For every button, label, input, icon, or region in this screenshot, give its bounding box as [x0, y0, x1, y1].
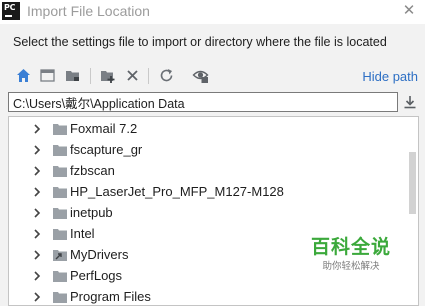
tree-item-label: MyDrivers	[70, 247, 129, 262]
refresh-button[interactable]	[158, 67, 175, 84]
desktop-button[interactable]	[39, 67, 56, 84]
tree-row[interactable]: Foxmail 7.2	[9, 118, 404, 140]
show-hidden-button[interactable]	[192, 67, 209, 84]
folder-icon	[53, 166, 67, 177]
watermark: 百科全说 助你轻松解决	[306, 232, 396, 272]
folder-icon	[53, 145, 67, 156]
folder-icon	[53, 208, 67, 219]
path-input[interactable]	[8, 92, 398, 112]
tree-item-label: fzbscan	[70, 163, 115, 178]
title-bar: PC Import File Location ✕	[0, 0, 425, 24]
new-folder-button[interactable]	[99, 67, 116, 84]
folder-icon	[53, 292, 67, 303]
desktop-icon	[40, 69, 55, 82]
folder-icon	[53, 124, 67, 135]
chevron-right-icon[interactable]	[32, 249, 42, 261]
app-icon-text: PC	[4, 3, 16, 12]
close-icon: ✕	[402, 2, 416, 19]
delete-button[interactable]	[124, 67, 141, 84]
chevron-right-icon[interactable]	[32, 291, 42, 303]
window-title: Import File Location	[27, 3, 150, 19]
tree-item-label: fscapture_gr	[70, 142, 143, 157]
tree-row[interactable]: HP_LaserJet_Pro_MFP_M127-M128	[9, 181, 404, 203]
tree-row[interactable]: fscapture_gr	[9, 139, 404, 161]
home-icon	[17, 69, 30, 82]
show-hidden-icon	[192, 70, 209, 83]
tree-item-label: PerfLogs	[70, 268, 123, 283]
refresh-icon	[160, 69, 173, 82]
chevron-right-icon[interactable]	[32, 186, 42, 198]
toolbar-separator	[90, 68, 91, 84]
tree-item-label: inetpub	[70, 205, 113, 220]
tree-row[interactable]: inetpub	[9, 202, 404, 224]
instruction-text: Select the settings file to import or di…	[13, 35, 387, 49]
download-button[interactable]	[402, 94, 418, 110]
tree-item-label: HP_LaserJet_Pro_MFP_M127-M128	[70, 184, 284, 199]
delete-icon	[127, 70, 138, 81]
chevron-right-icon[interactable]	[32, 270, 42, 282]
app-icon: PC	[2, 2, 20, 20]
watermark-title: 百科全说	[310, 236, 391, 258]
toolbar: Hide path	[0, 64, 425, 88]
folder-icon	[53, 187, 67, 198]
tree-item-label: Program Files	[70, 289, 151, 304]
toolbar-separator	[148, 68, 149, 84]
project-folder-icon	[66, 71, 79, 81]
watermark-subtitle: 助你轻松解决	[322, 261, 380, 272]
project-folder-button[interactable]	[64, 67, 81, 84]
new-folder-icon	[101, 71, 115, 83]
download-icon	[404, 96, 416, 109]
chevron-right-icon[interactable]	[32, 165, 42, 177]
tree-item-label: Intel	[70, 226, 95, 241]
file-tree: Foxmail 7.2 fscapture_gr fzbscan HP_Lase…	[8, 116, 419, 306]
close-button[interactable]: ✕	[399, 1, 419, 21]
chevron-right-icon[interactable]	[32, 228, 42, 240]
chevron-right-icon[interactable]	[32, 207, 42, 219]
home-button[interactable]	[15, 67, 32, 84]
folder-icon	[53, 271, 67, 282]
chevron-right-icon[interactable]	[32, 144, 42, 156]
hide-path-link[interactable]: Hide path	[362, 69, 418, 84]
chevron-right-icon[interactable]	[32, 123, 42, 135]
tree-item-label: Foxmail 7.2	[70, 121, 138, 136]
scrollbar-thumb[interactable]	[409, 152, 416, 214]
folder-shortcut-icon	[53, 250, 67, 261]
tree-row[interactable]: fzbscan	[9, 160, 404, 182]
tree-row[interactable]: Program Files	[9, 286, 404, 305]
folder-icon	[53, 229, 67, 240]
